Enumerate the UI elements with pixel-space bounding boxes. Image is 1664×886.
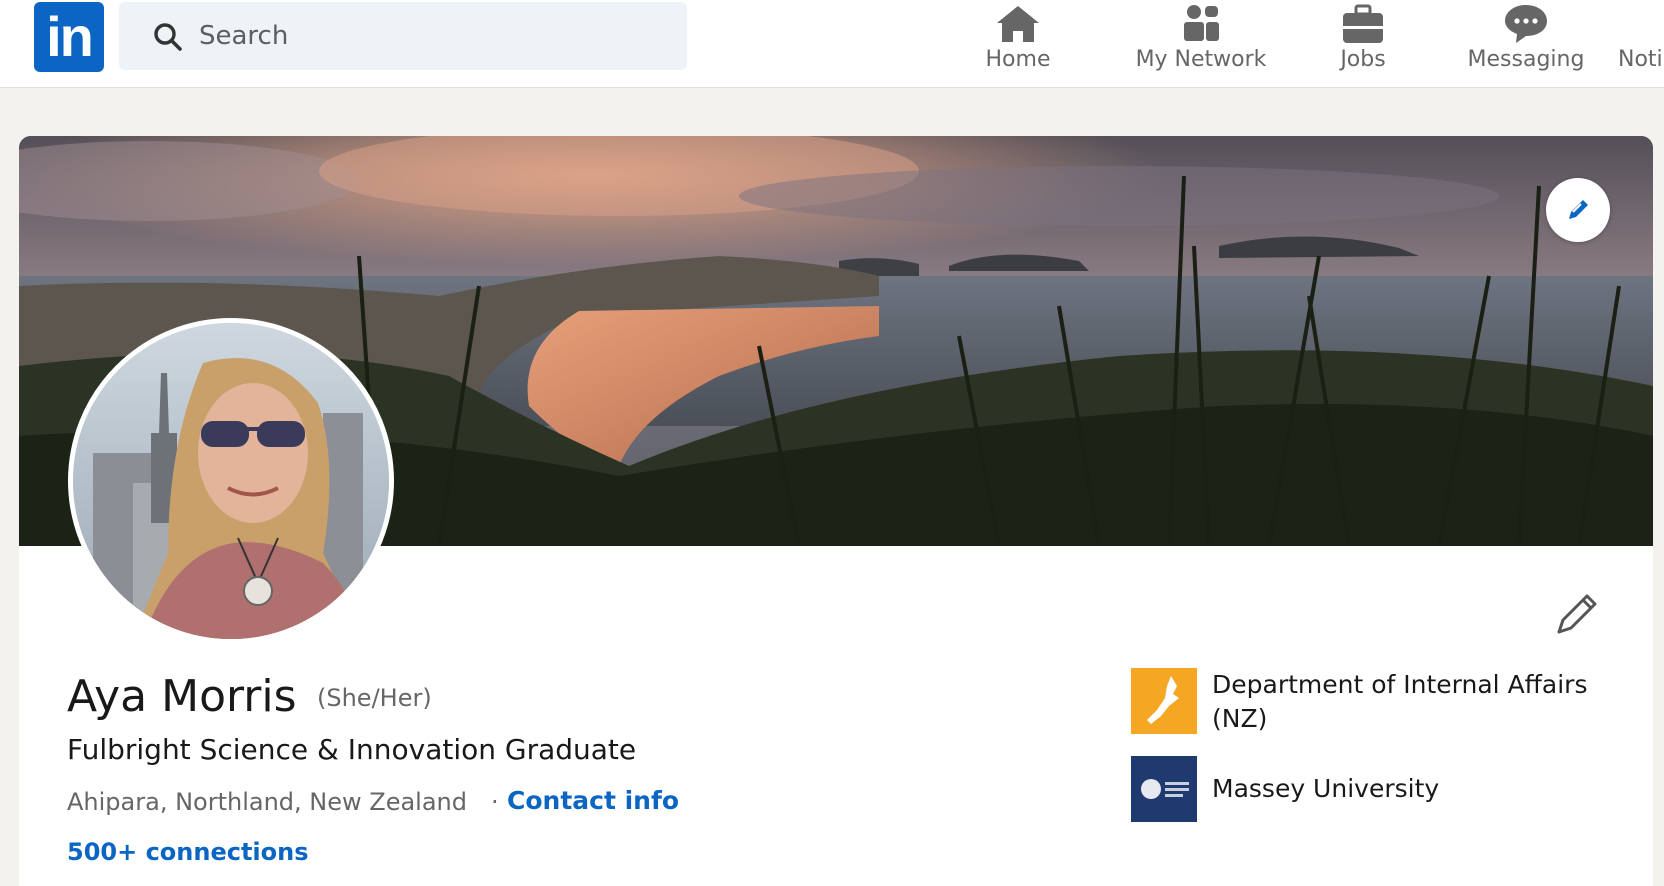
dia-nz-logo bbox=[1131, 668, 1197, 734]
education-item-massey[interactable]: Massey University bbox=[1131, 756, 1631, 822]
massey-crest-logo bbox=[1131, 756, 1197, 822]
top-nav: in Home My Network Jobs bbox=[0, 0, 1664, 88]
nav-home-label: Home bbox=[985, 47, 1051, 72]
profile-headline: Fulbright Science & Innovation Graduate bbox=[67, 733, 637, 766]
chat-icon bbox=[1505, 5, 1547, 43]
search-icon bbox=[154, 23, 182, 51]
profile-name: Aya Morris bbox=[67, 671, 297, 722]
profile-portrait bbox=[73, 323, 389, 639]
profile-pronouns: (She/Her) bbox=[317, 684, 432, 712]
contact-info-link[interactable]: Contact info bbox=[507, 786, 679, 815]
nav-my-network-label: My Network bbox=[1135, 47, 1267, 72]
separator-dot: · bbox=[491, 788, 499, 816]
pencil-icon bbox=[1557, 594, 1597, 634]
briefcase-icon bbox=[1343, 4, 1383, 43]
edit-banner-button[interactable] bbox=[1546, 178, 1610, 242]
nav-home[interactable]: Home bbox=[980, 0, 1056, 88]
nav-my-network[interactable]: My Network bbox=[1130, 0, 1272, 88]
nav-notifications-label: Noti bbox=[1618, 47, 1663, 72]
profile-location: Ahipara, Northland, New Zealand bbox=[67, 788, 467, 816]
nav-notifications[interactable]: Noti bbox=[1618, 0, 1664, 88]
linkedin-logo[interactable]: in bbox=[34, 2, 104, 72]
nav-jobs-label: Jobs bbox=[1340, 47, 1386, 72]
search-input[interactable] bbox=[199, 12, 659, 60]
edit-intro-button[interactable] bbox=[1549, 588, 1603, 642]
profile-photo[interactable] bbox=[68, 318, 394, 644]
education-name: Massey University bbox=[1212, 774, 1440, 803]
nav-messaging-label: Messaging bbox=[1467, 47, 1585, 72]
people-icon bbox=[1184, 5, 1219, 41]
experience-item-dia[interactable]: Department of Internal Affairs (NZ) bbox=[1131, 668, 1631, 738]
profile-card: Aya Morris (She/Her) Fulbright Science &… bbox=[19, 136, 1653, 886]
home-icon bbox=[997, 6, 1039, 42]
experience-name: Department of Internal Affairs (NZ) bbox=[1212, 670, 1588, 733]
nav-jobs[interactable]: Jobs bbox=[1330, 0, 1396, 88]
nav-messaging[interactable]: Messaging bbox=[1466, 0, 1586, 88]
pencil-icon bbox=[1569, 200, 1588, 219]
connections-link[interactable]: 500+ connections bbox=[67, 838, 309, 866]
search-box[interactable] bbox=[119, 2, 687, 70]
